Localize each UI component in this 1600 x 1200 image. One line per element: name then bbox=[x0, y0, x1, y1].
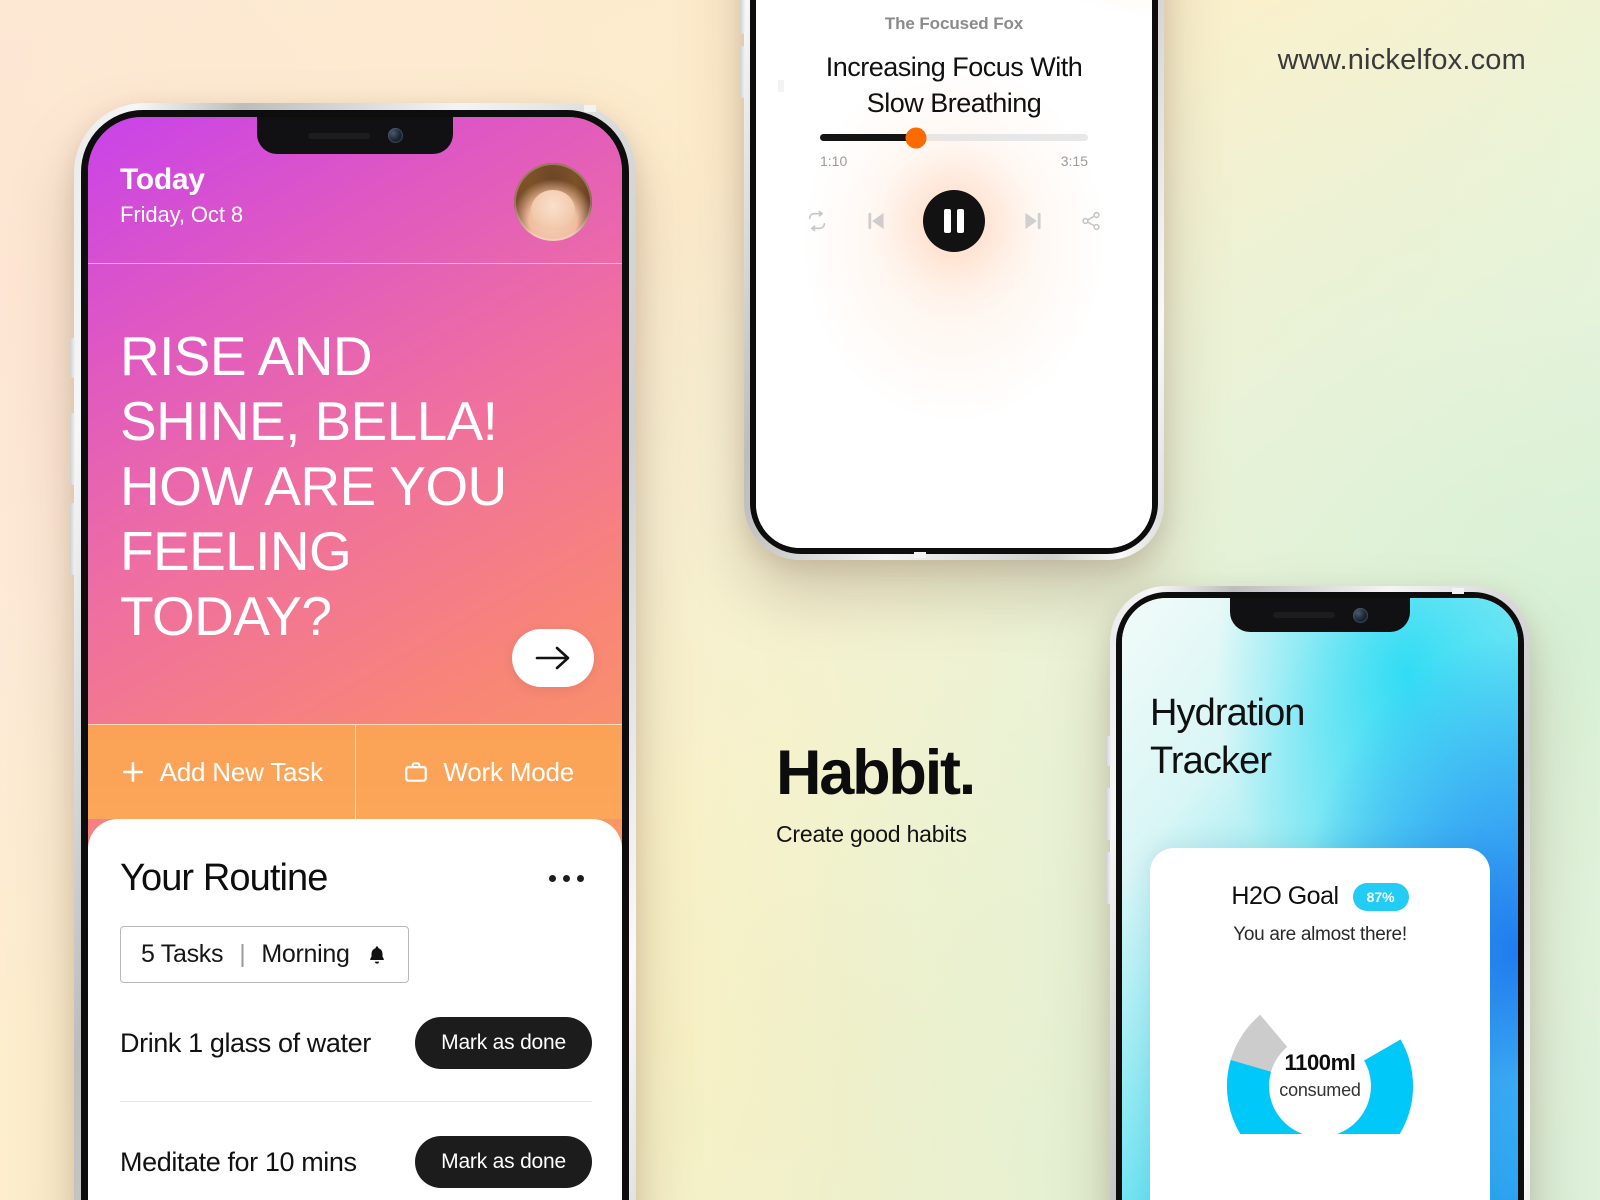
consumed-caption: consumed bbox=[1279, 1080, 1361, 1100]
task-row: Meditate for 10 mins Mark as done bbox=[120, 1101, 592, 1200]
gauge-center-labels: 1100ml consumed bbox=[1222, 1050, 1418, 1101]
share-icon bbox=[1082, 211, 1100, 231]
routine-task-count: 5 Tasks bbox=[141, 940, 224, 968]
progress-fill bbox=[820, 134, 917, 141]
pause-icon-bar-right bbox=[957, 209, 964, 233]
phone1-notch bbox=[257, 117, 453, 154]
mark-as-done-button[interactable]: Mark as done bbox=[415, 1136, 592, 1188]
add-new-task-button[interactable]: Add New Task bbox=[88, 725, 355, 819]
phone3-screen: Hydration Tracker H2O Goal 87% You are a… bbox=[1122, 598, 1518, 1200]
phone1-volume-up bbox=[70, 413, 75, 485]
phone3-volume-down bbox=[1106, 852, 1111, 904]
previous-track-icon bbox=[867, 212, 884, 230]
phone1-antenna-line bbox=[584, 105, 596, 112]
task-label: Meditate for 10 mins bbox=[120, 1146, 357, 1177]
phone3-mute-switch bbox=[1106, 736, 1111, 766]
routine-title: Your Routine bbox=[120, 857, 328, 899]
greeting-headline: RISE AND SHINE, BELLA! HOW ARE YOU FEELI… bbox=[120, 325, 507, 647]
phone2-volume-up bbox=[740, 0, 745, 34]
earpiece-speaker-icon bbox=[307, 132, 370, 139]
phone2-antenna-line bbox=[778, 80, 784, 92]
phone1-screen: Today Friday, Oct 8 RISE AND SHINE, BELL… bbox=[88, 117, 622, 1200]
phone2-antenna-line-bottom bbox=[914, 552, 926, 558]
goal-percent-badge: 87% bbox=[1352, 882, 1409, 911]
share-button[interactable] bbox=[1080, 210, 1102, 232]
today-date: Friday, Oct 8 bbox=[120, 202, 243, 227]
progress-times: 1:10 3:15 bbox=[820, 153, 1088, 169]
work-mode-button[interactable]: Work Mode bbox=[354, 725, 623, 819]
progress-track[interactable] bbox=[820, 127, 1088, 148]
routine-time-of-day: Morning bbox=[261, 940, 350, 968]
next-track-button[interactable] bbox=[1020, 208, 1046, 234]
task-label: Drink 1 glass of water bbox=[120, 1027, 371, 1058]
repeat-button[interactable] bbox=[806, 210, 828, 232]
goal-label: H2O Goal bbox=[1231, 882, 1339, 910]
routine-header: Your Routine bbox=[120, 857, 592, 900]
phone3-volume-up bbox=[1106, 788, 1111, 840]
add-new-task-label: Add New Task bbox=[159, 756, 324, 787]
mark-as-done-button[interactable]: Mark as done bbox=[415, 1017, 592, 1069]
artist-name: The Focused Fox bbox=[884, 14, 1024, 33]
routine-meta-chip[interactable]: 5 Tasks | Morning bbox=[120, 926, 409, 983]
avatar[interactable] bbox=[514, 163, 592, 241]
routine-chip-separator: | bbox=[239, 940, 246, 968]
phone1-mute-switch bbox=[70, 338, 75, 378]
next-button[interactable] bbox=[512, 629, 594, 687]
today-title: Today bbox=[120, 163, 205, 196]
brand-name: Habbit. bbox=[776, 738, 976, 808]
player-controls bbox=[806, 190, 1102, 252]
hydration-card: H2O Goal 87% You are almost there! 1100m… bbox=[1150, 848, 1490, 1200]
phone1-header-text: Today Friday, Oct 8 bbox=[120, 163, 243, 228]
phone-mockup-hydration: Hydration Tracker H2O Goal 87% You are a… bbox=[1106, 586, 1530, 1200]
phone3-antenna-line bbox=[1452, 588, 1464, 594]
phone-mockup-today: Today Friday, Oct 8 RISE AND SHINE, BELL… bbox=[70, 103, 636, 1200]
goal-row: H2O Goal 87% bbox=[1170, 882, 1470, 911]
progress-knob[interactable] bbox=[905, 127, 927, 148]
earpiece-speaker-icon bbox=[1272, 612, 1335, 618]
track-metadata: The Focused Fox Increasing Focus With Sl… bbox=[756, 14, 1152, 121]
front-camera-icon bbox=[387, 128, 403, 143]
phone-mockup-player: The Focused Fox Increasing Focus With Sl… bbox=[740, 0, 1164, 560]
track-title: Increasing Focus With Slow Breathing bbox=[825, 52, 1083, 118]
front-camera-icon bbox=[1352, 607, 1368, 623]
previous-track-button[interactable] bbox=[863, 208, 889, 234]
total-time: 3:15 bbox=[1060, 153, 1088, 169]
playback-progress[interactable]: 1:10 3:15 bbox=[820, 127, 1088, 169]
phone2-screen: The Focused Fox Increasing Focus With Sl… bbox=[756, 0, 1152, 548]
watermark-url: www.nickelfox.com bbox=[1277, 44, 1526, 76]
briefcase-icon bbox=[405, 762, 428, 782]
encouragement-text: You are almost there! bbox=[1233, 924, 1407, 945]
pause-icon-bar-left bbox=[944, 209, 951, 233]
routine-sheet: Your Routine 5 Tasks | Morning Drink 1 g… bbox=[88, 819, 622, 1200]
arrow-right-icon bbox=[535, 646, 570, 670]
plus-icon bbox=[122, 762, 143, 782]
brand-tagline: Create good habits bbox=[776, 821, 967, 847]
quick-actions-bar: Add New Task Work Mode bbox=[88, 724, 622, 819]
phone1-hero: Today Friday, Oct 8 RISE AND SHINE, BELL… bbox=[88, 117, 622, 1200]
phone2-volume-down bbox=[740, 46, 745, 98]
task-row: Drink 1 glass of water Mark as done bbox=[120, 983, 592, 1101]
work-mode-label: Work Mode bbox=[443, 756, 575, 787]
pause-button[interactable] bbox=[923, 190, 985, 252]
consumed-amount: 1100ml bbox=[1284, 1050, 1356, 1075]
phone3-notch bbox=[1230, 598, 1410, 632]
hydration-gauge: 1100ml consumed bbox=[1222, 974, 1418, 1134]
brand-lockup: Habbit. Create good habits bbox=[776, 738, 976, 848]
current-time: 1:10 bbox=[820, 153, 848, 169]
more-options-icon[interactable] bbox=[549, 875, 592, 882]
next-track-icon bbox=[1024, 212, 1041, 230]
repeat-icon bbox=[808, 210, 826, 232]
bell-icon bbox=[369, 945, 384, 964]
phone1-volume-down bbox=[70, 503, 75, 575]
page-title: Hydration Tracker bbox=[1150, 692, 1305, 782]
